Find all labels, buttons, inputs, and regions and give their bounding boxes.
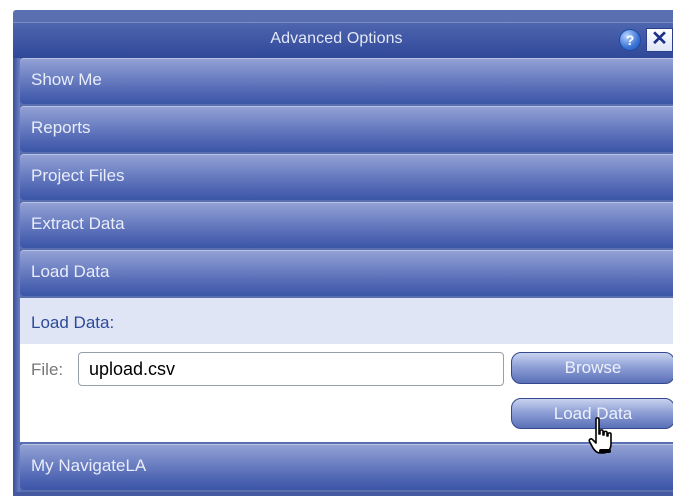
load-data-panel-header: Load Data: [20, 298, 673, 344]
section-load-data[interactable]: Load Data [20, 250, 673, 296]
help-icon[interactable]: ? [619, 29, 641, 51]
dialog-bottom-border [13, 492, 673, 496]
section-label: My NavigateLA [31, 456, 147, 475]
load-data-heading: Load Data: [31, 313, 115, 332]
section-project-files[interactable]: Project Files [20, 154, 673, 200]
file-label: File: [31, 360, 64, 379]
browse-button[interactable]: Browse [511, 352, 673, 384]
close-icon[interactable]: ✕ [646, 28, 673, 52]
section-label: Load Data [31, 262, 110, 281]
section-label: Extract Data [31, 214, 125, 233]
section-reports[interactable]: Reports [20, 106, 673, 152]
load-data-panel: Load Data: File: Browse Load Data [20, 298, 673, 442]
section-label: Project Files [31, 166, 125, 185]
dialog-title: Advanced Options [270, 30, 403, 47]
dialog-left-border [13, 58, 20, 494]
advanced-options-screen: Advanced Options ? ✕ Show Me Reports Pro… [0, 0, 673, 499]
section-label: Show Me [31, 70, 102, 89]
file-input[interactable] [78, 352, 504, 386]
section-show-me[interactable]: Show Me [20, 58, 673, 104]
section-extract-data[interactable]: Extract Data [20, 202, 673, 248]
section-label: Reports [31, 118, 91, 137]
section-my-navigatela[interactable]: My NavigateLA [20, 444, 673, 490]
hand-pointer-icon [588, 417, 612, 454]
